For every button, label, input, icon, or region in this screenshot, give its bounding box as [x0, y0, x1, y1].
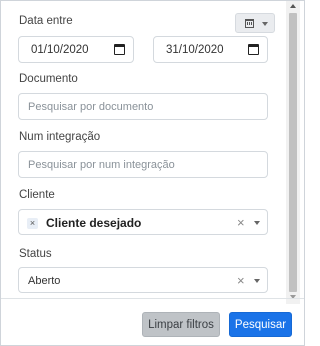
calendar-icon: [245, 19, 254, 28]
caret-down-icon: [262, 22, 268, 26]
scrollbar-thumb[interactable]: [289, 13, 297, 292]
clear-filters-button[interactable]: Limpar filtros: [142, 312, 220, 337]
client-select[interactable]: × Cliente desejado ×: [18, 209, 268, 235]
document-label: Documento: [19, 73, 78, 85]
calendar-icon[interactable]: [114, 44, 125, 55]
start-date-input[interactable]: 01/10/2020: [18, 36, 134, 63]
chevron-down-icon[interactable]: [254, 221, 260, 225]
integration-label: Num integração: [19, 131, 101, 143]
clear-icon[interactable]: ×: [237, 274, 245, 287]
status-selected-value: Aberto: [28, 275, 61, 287]
date-range-label: Data entre: [19, 15, 73, 27]
date-range-preset-button[interactable]: [235, 13, 275, 33]
integration-search-input[interactable]: Pesquisar por num integração: [18, 151, 268, 178]
clear-icon[interactable]: ×: [237, 216, 245, 229]
chevron-down-icon[interactable]: [254, 279, 260, 283]
remove-tag-icon[interactable]: ×: [27, 218, 38, 229]
footer-divider: [1, 298, 304, 299]
filter-form: Data entre 01/10/2020 31/10/2020 Documen…: [9, 1, 285, 304]
document-placeholder: Pesquisar por documento: [28, 100, 154, 113]
integration-placeholder: Pesquisar por num integração: [28, 158, 175, 171]
start-date-value: 01/10/2020: [31, 43, 89, 56]
document-search-input[interactable]: Pesquisar por documento: [18, 93, 268, 120]
end-date-input[interactable]: 31/10/2020: [153, 36, 268, 63]
client-selected-value: Cliente desejado: [46, 216, 142, 230]
search-button[interactable]: Pesquisar: [229, 312, 292, 337]
scroll-up-icon[interactable]: [290, 4, 296, 8]
filter-panel: Data entre 01/10/2020 31/10/2020 Documen…: [0, 0, 305, 346]
calendar-icon[interactable]: [248, 44, 259, 55]
end-date-value: 31/10/2020: [166, 43, 224, 56]
status-label: Status: [19, 248, 52, 260]
status-select[interactable]: Aberto ×: [18, 267, 268, 293]
client-label: Cliente: [19, 189, 55, 201]
